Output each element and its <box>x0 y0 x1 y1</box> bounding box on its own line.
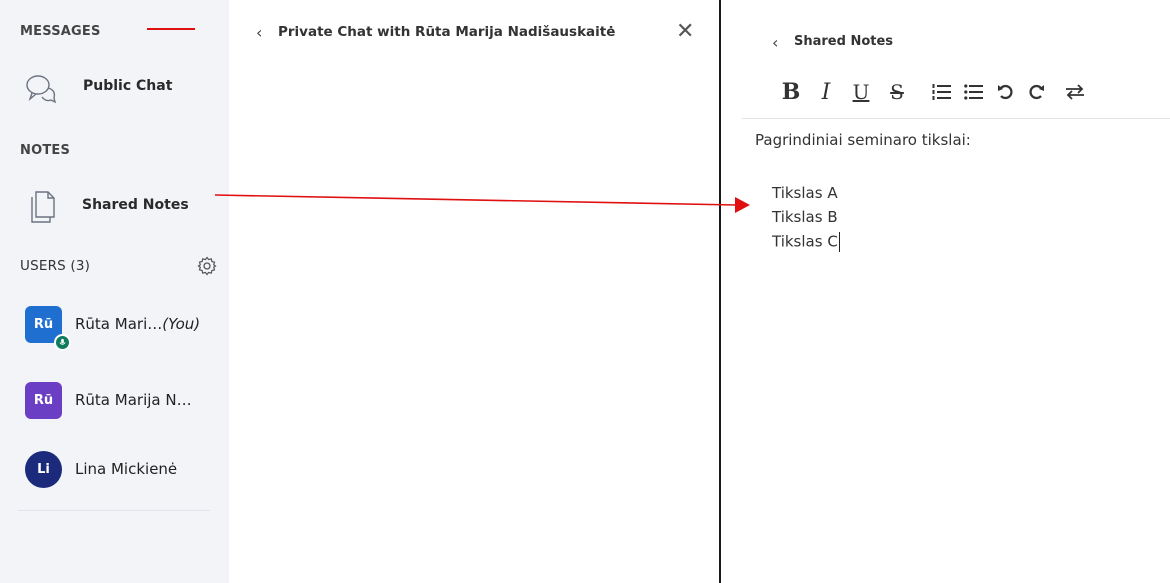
notes-heading-line: Pagrindiniai seminaro tikslai: <box>755 131 971 149</box>
user-you-suffix: (You) <box>162 315 201 333</box>
gear-icon[interactable] <box>197 256 217 276</box>
avatar-initials: Rū <box>33 317 54 332</box>
strikethrough-button[interactable]: S <box>886 78 908 106</box>
ordered-list-icon[interactable] <box>930 78 954 106</box>
swap-direction-icon[interactable] <box>1062 78 1088 106</box>
avatar-initials: Rū <box>33 393 54 408</box>
public-chat-label: Public Chat <box>83 78 173 94</box>
annotation-red-line <box>147 28 195 30</box>
chevron-left-icon[interactable]: ‹ <box>256 23 262 42</box>
text-caret <box>838 232 840 252</box>
avatar: Rū <box>25 382 62 419</box>
redo-icon[interactable] <box>1024 78 1048 106</box>
user-list-item[interactable]: Rū Rūta Mari…(You) <box>0 300 229 360</box>
italic-button[interactable]: I <box>816 78 836 106</box>
user-name: Lina Mickienė <box>75 460 178 478</box>
notes-list-item-text: Tikslas C <box>772 232 838 251</box>
notes-list-item: Tikslas B <box>772 208 838 226</box>
notes-list-item: Tikslas A <box>772 184 838 202</box>
underline-button[interactable]: U <box>850 78 872 106</box>
shared-notes-label: Shared Notes <box>82 197 189 213</box>
toolbar-divider <box>742 118 1170 119</box>
chevron-left-icon[interactable]: ‹ <box>772 33 778 52</box>
bold-button[interactable]: B <box>780 78 802 106</box>
notes-section-title: NOTES <box>20 143 71 158</box>
panel-divider <box>719 0 721 583</box>
notes-toolbar: B I U S <box>780 78 1170 108</box>
notes-document-icon <box>26 189 60 223</box>
divider <box>18 510 210 511</box>
notes-title[interactable]: Shared Notes <box>794 34 893 49</box>
chat-bubbles-icon <box>24 72 58 106</box>
user-name-text: Rūta Mari… <box>75 315 163 333</box>
undo-icon[interactable] <box>994 78 1018 106</box>
sidebar-item-shared-notes[interactable]: Shared Notes <box>0 185 229 229</box>
microphone-icon <box>54 334 71 351</box>
user-name: Rūta Marija N… <box>75 391 192 409</box>
sidebar: MESSAGES Public Chat NOTES Shared Notes … <box>0 0 229 583</box>
chat-title[interactable]: Private Chat with Rūta Marija Nadišauska… <box>278 24 615 40</box>
users-section-title: USERS (3) <box>20 258 91 274</box>
user-list-item[interactable]: Li Lina Mickienė <box>0 442 229 502</box>
messages-section-title: MESSAGES <box>20 24 101 39</box>
chat-panel <box>229 0 719 583</box>
user-name: Rūta Mari…(You) <box>75 315 200 333</box>
user-list-item[interactable]: Rū Rūta Marija N… <box>0 375 229 435</box>
sidebar-item-public-chat[interactable]: Public Chat <box>0 66 229 110</box>
close-icon[interactable]: ✕ <box>676 19 694 44</box>
bullet-list-icon[interactable] <box>962 78 986 106</box>
avatar: Li <box>25 451 62 488</box>
avatar-initials: Li <box>37 462 50 477</box>
notes-list-item: Tikslas C <box>772 232 840 252</box>
